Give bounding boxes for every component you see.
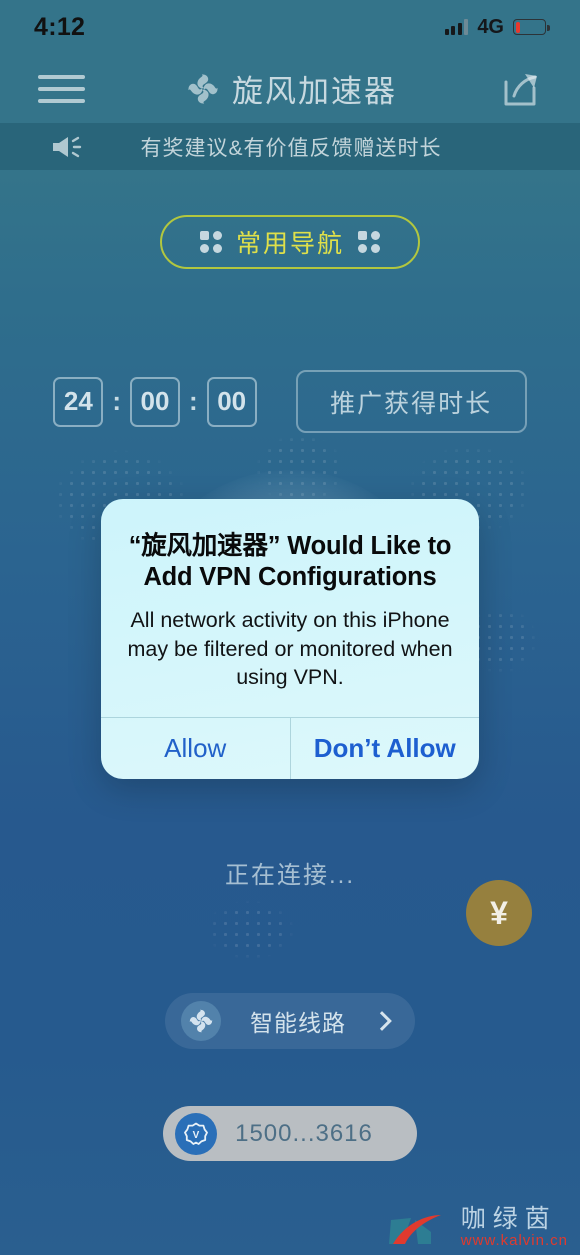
watermark-url: www.kalvin.cn xyxy=(460,1232,568,1249)
grid-dots-icon xyxy=(358,231,380,253)
share-icon[interactable] xyxy=(498,68,542,110)
dialog-body: “旋风加速器” Would Like to Add VPN Configurat… xyxy=(101,499,479,717)
common-navigation-label: 常用导航 xyxy=(235,230,344,258)
watermark-text: 咖绿茵 www.kalvin.cn xyxy=(460,1204,568,1249)
timer-separator: : xyxy=(189,386,198,416)
status-bar: 4:12 4G xyxy=(0,0,580,54)
dialog-actions: Allow Don’t Allow xyxy=(101,717,480,780)
grid-dots-icon xyxy=(199,231,222,253)
promo-notice-bar[interactable]: 有奖建议&有价值反馈赠送时长 xyxy=(0,123,580,170)
app-screen: 4:12 4G 旋风加速器 有奖建议&有价值反馈赠送时长 常用导航 24: 0… xyxy=(0,0,580,1255)
battery-low-icon xyxy=(513,19,550,35)
timer-seconds: 00 xyxy=(206,376,257,427)
route-selector[interactable]: 智能线路 xyxy=(165,993,415,1049)
swirl-logo-icon xyxy=(181,1001,221,1041)
route-label: 智能线路 xyxy=(250,1010,346,1036)
megaphone-icon xyxy=(44,133,90,161)
kalvin-logo-icon xyxy=(388,1215,441,1245)
network-type-label: 4G xyxy=(477,15,504,38)
promote-get-time-button[interactable]: 推广获得时长 xyxy=(295,370,527,433)
vpn-permission-dialog: “旋风加速器” Would Like to Add VPN Configurat… xyxy=(101,499,480,780)
dialog-title: “旋风加速器” Would Like to Add VPN Configurat… xyxy=(128,532,452,592)
yuan-coin-icon[interactable]: ¥ xyxy=(466,880,532,946)
watermark: 咖绿茵 www.kalvin.cn xyxy=(385,1204,568,1249)
watermark-name: 咖绿茵 xyxy=(460,1204,557,1233)
hamburger-menu-icon[interactable] xyxy=(38,74,85,103)
timer-minutes: 00 xyxy=(130,376,180,427)
app-header: 旋风加速器 xyxy=(0,54,580,123)
app-brand: 旋风加速器 xyxy=(186,66,397,111)
swirl-logo-icon xyxy=(188,73,218,104)
dialog-message: All network activity on this iPhone may … xyxy=(127,608,453,689)
status-bar-indicators: 4G xyxy=(444,15,550,39)
dont-allow-button[interactable]: Don’t Allow xyxy=(291,718,480,779)
account-pill[interactable]: V 1500...3616 xyxy=(163,1106,417,1161)
remaining-time-row: 24 : 00 : 00 推广获得时长 xyxy=(0,370,580,433)
account-number-label: 1500...3616 xyxy=(235,1119,373,1147)
promo-notice-text: 有奖建议&有价值反馈赠送时长 xyxy=(140,136,442,160)
vip-badge-icon: V xyxy=(175,1112,217,1155)
common-navigation-button[interactable]: 常用导航 xyxy=(160,215,420,269)
status-bar-clock: 4:12 xyxy=(34,12,86,41)
allow-button[interactable]: Allow xyxy=(101,718,290,779)
app-title: 旋风加速器 xyxy=(232,74,397,109)
chevron-right-icon xyxy=(372,1011,392,1031)
timer-hours: 24 xyxy=(53,376,104,427)
signal-bars-icon xyxy=(444,19,469,35)
svg-text:V: V xyxy=(193,1130,200,1141)
timer-separator: : xyxy=(112,386,121,416)
